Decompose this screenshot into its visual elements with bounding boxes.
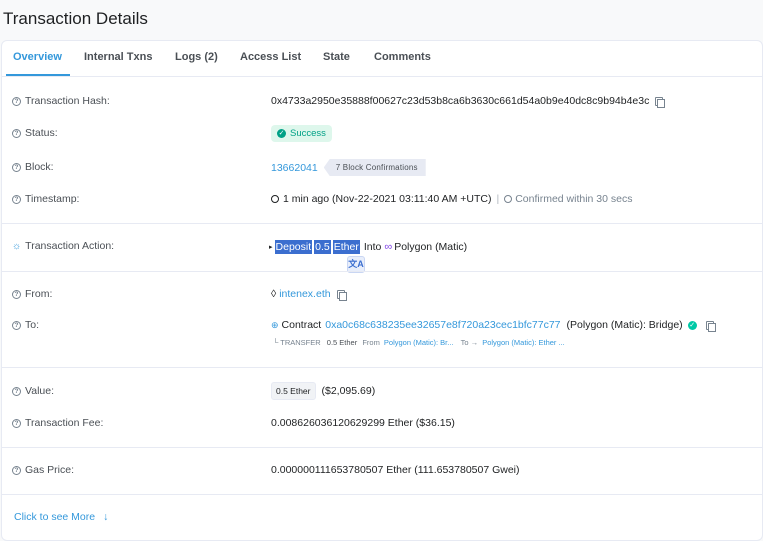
tab-state[interactable]: State — [323, 51, 350, 63]
timestamp-value: 1 min ago (Nov-22-2021 03:11:40 AM +UTC)… — [271, 193, 633, 205]
see-more-link[interactable]: Click to see More ↓ — [14, 511, 108, 523]
value-label: ? Value: — [12, 385, 54, 397]
tab-logs[interactable]: Logs (2) — [175, 51, 218, 63]
timestamp-label: ? Timestamp: — [12, 193, 79, 205]
fee-value: 0.008626036120629299 Ether ($36.15) — [271, 417, 455, 429]
tx-hash-label: ? Transaction Hash: — [12, 95, 110, 107]
copy-icon[interactable] — [655, 96, 666, 108]
lightbulb-icon: ☼ — [12, 240, 22, 252]
tab-overview[interactable]: Overview — [13, 51, 62, 63]
tx-action-value: ▸ Deposit 0.5 Ether Into ∞ Polygon (Mati… — [269, 240, 467, 254]
help-icon[interactable]: ? — [12, 194, 21, 204]
check-circle-icon: ✓ — [277, 129, 286, 138]
section-divider — [2, 223, 762, 224]
tx-action-label: ☼ Transaction Action: — [12, 240, 115, 252]
status-value: ✓ Success — [271, 125, 332, 142]
action-word-deposit: Deposit — [274, 240, 313, 254]
section-divider — [2, 494, 762, 495]
transfer-from-label: From — [362, 338, 380, 347]
action-target: Polygon (Matic) — [394, 241, 468, 253]
fee-label: ? Transaction Fee: — [12, 417, 103, 429]
help-icon[interactable]: ? — [12, 386, 21, 396]
gas-label: ? Gas Price: — [12, 464, 74, 476]
transfer-from-link[interactable]: Polygon (Matic): Br... — [384, 338, 454, 347]
help-icon[interactable]: ? — [12, 465, 21, 475]
contract-prefix: Contract — [281, 319, 322, 331]
status-label: ? Status: — [12, 127, 58, 139]
caret-right-icon: ▸ — [269, 244, 273, 251]
action-into: Into — [363, 241, 382, 253]
timer-icon — [504, 195, 513, 203]
section-divider — [2, 271, 762, 272]
transfer-amount: 0.5 Ether — [326, 338, 358, 347]
gas-value: 0.000000111653780507 Ether (111.65378050… — [271, 464, 520, 476]
ens-icon: ◊ — [271, 288, 277, 300]
action-unit: Ether — [332, 240, 360, 254]
contract-name: (Polygon (Matic): Bridge) — [566, 319, 683, 331]
tab-access-list[interactable]: Access List — [240, 51, 301, 63]
tab-bar: Overview Internal Txns Logs (2) Access L… — [2, 41, 762, 77]
status-badge: ✓ Success — [271, 125, 332, 142]
value-amount-chip: 0.5 Ether — [271, 382, 316, 400]
value-usd: ($2,095.69) — [321, 385, 376, 397]
separator: | — [496, 193, 500, 205]
verified-check-icon: ✓ — [687, 320, 697, 330]
section-divider — [2, 447, 762, 448]
tab-internal-txns[interactable]: Internal Txns — [84, 51, 152, 63]
arrow-down-icon[interactable]: ↓ — [103, 511, 108, 523]
action-amount: 0.5 — [314, 240, 331, 254]
tab-comments[interactable]: Comments — [374, 51, 431, 63]
help-icon[interactable]: ? — [12, 96, 21, 106]
value-value: 0.5 Ether ($2,095.69) — [271, 382, 375, 400]
help-icon[interactable]: ? — [12, 320, 21, 330]
contract-address-link[interactable]: 0xa0c68c638235ee32657e8f720a23cec1bfc77c… — [325, 319, 560, 331]
transfer-subline: └ TRANSFER 0.5 Ether From Polygon (Matic… — [273, 338, 565, 347]
help-icon[interactable]: ? — [12, 418, 21, 428]
tx-hash-text: 0x4733a2950e35888f00627c23d53b8ca6b3630c… — [271, 95, 650, 107]
from-value: ◊ intenex.eth — [271, 288, 347, 301]
from-address-link[interactable]: intenex.eth — [279, 288, 330, 300]
copy-icon[interactable] — [336, 289, 347, 301]
help-icon[interactable]: ? — [12, 289, 21, 299]
clock-icon — [271, 195, 279, 203]
block-value: 13662041 7 Block Confirmations — [271, 159, 426, 176]
contract-search-icon: ⊕ — [271, 319, 279, 330]
active-tab-indicator — [6, 74, 70, 76]
transfer-to-link[interactable]: Polygon (Matic): Ether ... — [482, 338, 565, 347]
block-label: ? Block: — [12, 161, 54, 173]
copy-icon[interactable] — [705, 320, 716, 332]
transfer-to-label: To → — [460, 338, 479, 347]
transfer-tree-label: └ TRANSFER — [273, 338, 321, 347]
from-label: ? From: — [12, 288, 52, 300]
to-label: ? To: — [12, 319, 39, 331]
confirmed-within-text: Confirmed within 30 secs — [515, 193, 633, 205]
to-value: ⊕ Contract 0xa0c68c638235ee32657e8f720a2… — [271, 319, 716, 332]
help-icon[interactable]: ? — [12, 162, 21, 172]
timestamp-text: 1 min ago (Nov-22-2021 03:11:40 AM +UTC) — [283, 193, 492, 205]
section-divider — [2, 367, 762, 368]
transaction-card: Overview Internal Txns Logs (2) Access L… — [1, 40, 763, 541]
help-icon[interactable]: ? — [12, 128, 21, 138]
polygon-icon: ∞ — [384, 241, 393, 253]
block-number-link[interactable]: 13662041 — [271, 162, 318, 174]
tx-hash-value: 0x4733a2950e35888f00627c23d53b8ca6b3630c… — [271, 95, 666, 108]
confirmations-badge: 7 Block Confirmations — [323, 159, 426, 176]
page-title: Transaction Details — [3, 9, 148, 28]
